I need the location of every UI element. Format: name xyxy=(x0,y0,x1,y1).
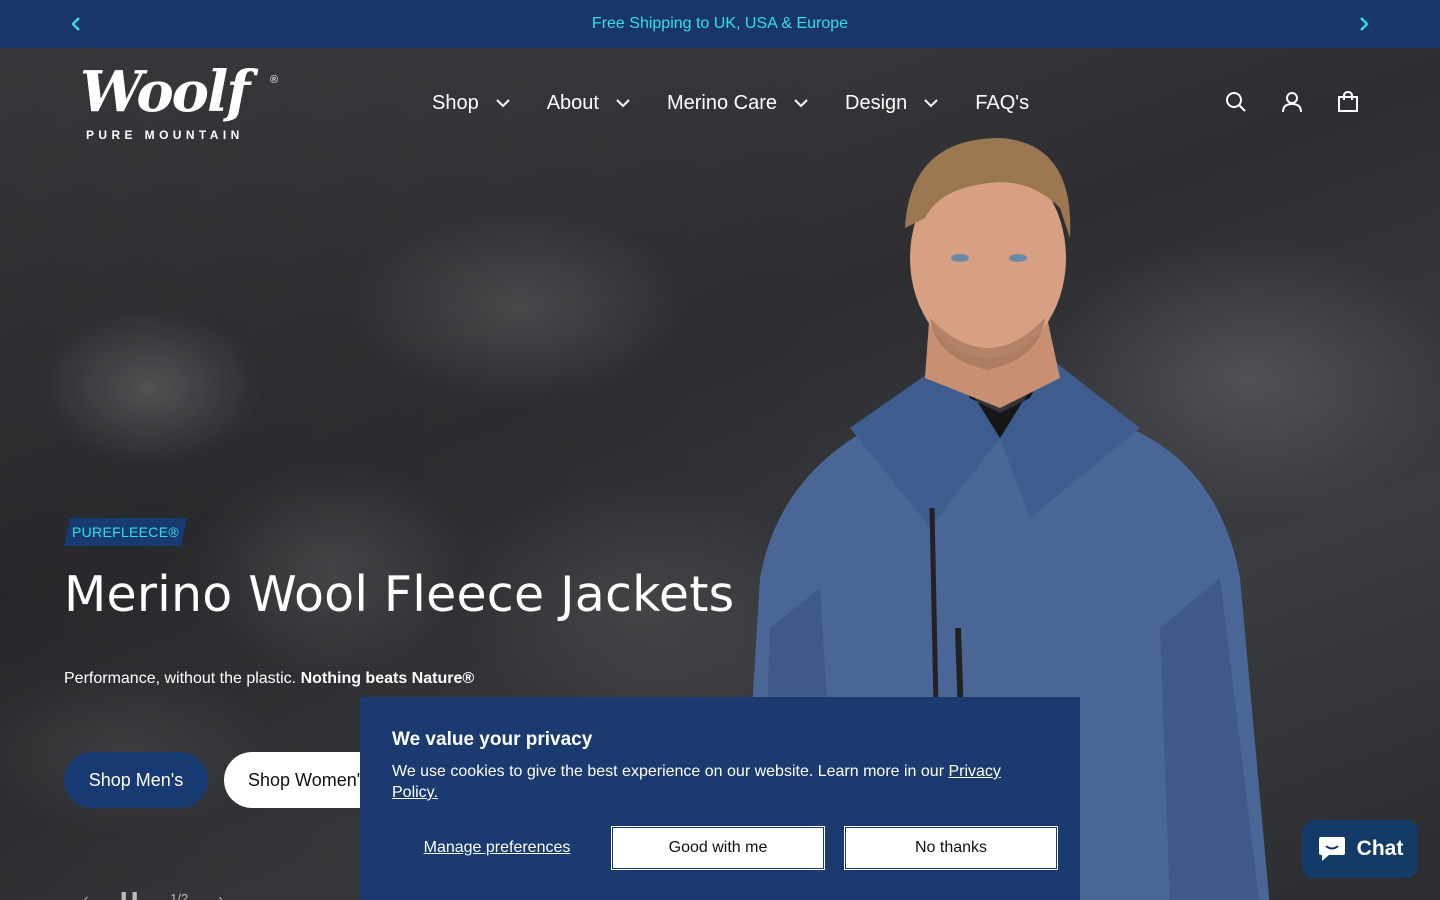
cookie-body: We use cookies to give the best experien… xyxy=(392,763,949,780)
slide-prev-button[interactable]: ‹ xyxy=(84,891,88,900)
nav-item-label: About xyxy=(546,91,599,114)
brand-logo[interactable]: Woolf ® PURE MOUNTAIN xyxy=(80,62,290,146)
chevron-down-icon xyxy=(924,99,939,108)
shop-mens-button[interactable]: Shop Men's xyxy=(64,752,208,808)
decline-cookies-button[interactable]: No thanks xyxy=(844,826,1058,870)
accept-cookies-button[interactable]: Good with me xyxy=(611,826,825,870)
nav-item-label: Shop xyxy=(432,91,479,114)
main-nav: Shop About Merino Care Design FAQ's xyxy=(432,86,1029,120)
hero-subtitle-plain: Performance, without the plastic. xyxy=(64,670,301,687)
header-icons xyxy=(1224,90,1360,114)
cookie-actions: Manage preferences Good with me No thank… xyxy=(392,826,1058,870)
chat-label: Chat xyxy=(1356,837,1404,860)
cookie-text: We use cookies to give the best experien… xyxy=(392,761,1042,803)
nav-item-merino-care[interactable]: Merino Care xyxy=(667,92,809,115)
search-icon[interactable] xyxy=(1224,90,1248,114)
hero-subtitle: Performance, without the plastic. Nothin… xyxy=(64,670,474,688)
slide-next-button[interactable]: › xyxy=(218,891,222,900)
logo-wordmark: Woolf xyxy=(80,59,250,125)
logo-registered-mark: ® xyxy=(270,74,279,86)
chat-button[interactable]: Chat xyxy=(1302,820,1418,878)
cookie-title: We value your privacy xyxy=(392,729,593,750)
hero-subtitle-bold: Nothing beats Nature® xyxy=(300,670,475,687)
slide-pause-button[interactable]: ❚❚ xyxy=(118,890,140,900)
nav-item-label: Merino Care xyxy=(666,91,778,114)
manage-preferences-link[interactable]: Manage preferences xyxy=(392,828,602,868)
nav-item-design[interactable]: Design xyxy=(845,92,939,115)
nav-item-about[interactable]: About xyxy=(547,92,631,115)
announcement-text[interactable]: Free Shipping to UK, USA & Europe xyxy=(592,15,848,33)
chevron-left-icon xyxy=(71,17,80,31)
account-icon[interactable] xyxy=(1280,90,1304,114)
hero-title: Merino Wool Fleece Jackets xyxy=(64,566,735,623)
hero-badge-text: PUREFLEECE® xyxy=(72,524,179,540)
chevron-right-icon xyxy=(1360,17,1369,31)
logo-tagline: PURE MOUNTAIN xyxy=(86,128,244,142)
hero-badge: PUREFLEECE® xyxy=(64,518,187,546)
chevron-down-icon xyxy=(794,99,808,108)
announcement-next-button[interactable] xyxy=(1352,12,1376,36)
announcement-bar: Free Shipping to UK, USA & Europe xyxy=(0,0,1440,48)
cart-icon[interactable] xyxy=(1336,90,1360,114)
nav-item-label: Design xyxy=(845,91,908,114)
chevron-down-icon xyxy=(496,99,510,108)
cookie-banner: We value your privacy We use cookies to … xyxy=(360,697,1080,900)
announcement-prev-button[interactable] xyxy=(64,12,88,36)
chat-bubble-icon xyxy=(1318,837,1345,861)
nav-item-faqs[interactable]: FAQ's xyxy=(975,92,1029,115)
slide-counter: 1/2 xyxy=(170,890,189,900)
nav-item-shop[interactable]: Shop xyxy=(432,92,511,115)
slideshow-controls: ‹ ❚❚ 1/2 › xyxy=(84,890,253,900)
chevron-down-icon xyxy=(616,99,630,108)
nav-item-label: FAQ's xyxy=(975,91,1030,114)
